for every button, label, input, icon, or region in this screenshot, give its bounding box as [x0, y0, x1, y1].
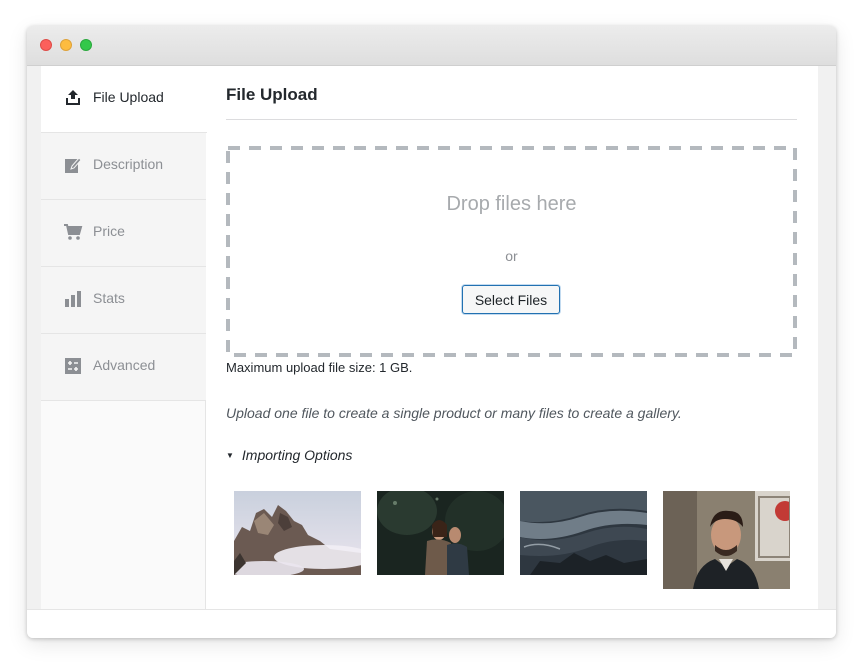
- ocean-image: [520, 491, 647, 575]
- triangle-down-icon: ▼: [226, 451, 234, 460]
- cart-icon: [64, 224, 83, 240]
- advanced-settings-icon: [65, 358, 81, 374]
- couple-image: [377, 491, 504, 575]
- minimize-window-button[interactable]: [60, 39, 72, 51]
- thumbnail-couple[interactable]: [377, 491, 504, 575]
- title-bar: [27, 26, 836, 66]
- thumbnail-ocean[interactable]: [520, 491, 647, 575]
- mountain-image: [234, 491, 361, 575]
- max-upload-size: Maximum upload file size: 1 GB.: [226, 360, 413, 375]
- tab-label: Stats: [93, 290, 125, 306]
- upload-hint: Upload one file to create a single produ…: [226, 405, 682, 421]
- thumbnail-portrait[interactable]: [663, 491, 790, 589]
- select-files-button[interactable]: Select Files: [462, 285, 560, 314]
- tab-stats[interactable]: Stats: [41, 267, 206, 334]
- importing-options-label: Importing Options: [241, 447, 353, 463]
- tab-label: File Upload: [93, 89, 164, 105]
- app-window: File Upload Description Price Stats Adva…: [27, 26, 836, 638]
- file-dropzone[interactable]: Drop files here or Select Files: [226, 146, 797, 357]
- close-window-button[interactable]: [40, 39, 52, 51]
- or-text: or: [505, 248, 518, 264]
- main-panel: File Upload Drop files here or Select Fi…: [226, 66, 797, 609]
- tab-file-upload[interactable]: File Upload: [41, 66, 207, 133]
- title-divider: [226, 119, 797, 120]
- tab-label: Price: [93, 223, 125, 239]
- sidebar: File Upload Description Price Stats Adva…: [41, 66, 207, 609]
- importing-options-toggle[interactable]: ▼ Importing Options: [226, 447, 352, 463]
- thumbnail-mountain[interactable]: [234, 491, 361, 575]
- maximize-window-button[interactable]: [80, 39, 92, 51]
- tab-label: Description: [93, 156, 164, 172]
- drop-files-text: Drop files here: [446, 193, 577, 215]
- content-area: File Upload Description Price Stats Adva…: [41, 66, 818, 609]
- tab-label: Advanced: [93, 357, 156, 373]
- tab-advanced[interactable]: Advanced: [41, 334, 206, 401]
- tab-price[interactable]: Price: [41, 200, 206, 267]
- tab-description[interactable]: Description: [41, 133, 206, 200]
- upload-icon: [66, 90, 80, 105]
- edit-icon: [65, 157, 82, 173]
- bar-chart-icon: [65, 291, 81, 307]
- page-title: File Upload: [226, 85, 318, 104]
- window-footer: [27, 609, 836, 638]
- portrait-image: [663, 491, 790, 589]
